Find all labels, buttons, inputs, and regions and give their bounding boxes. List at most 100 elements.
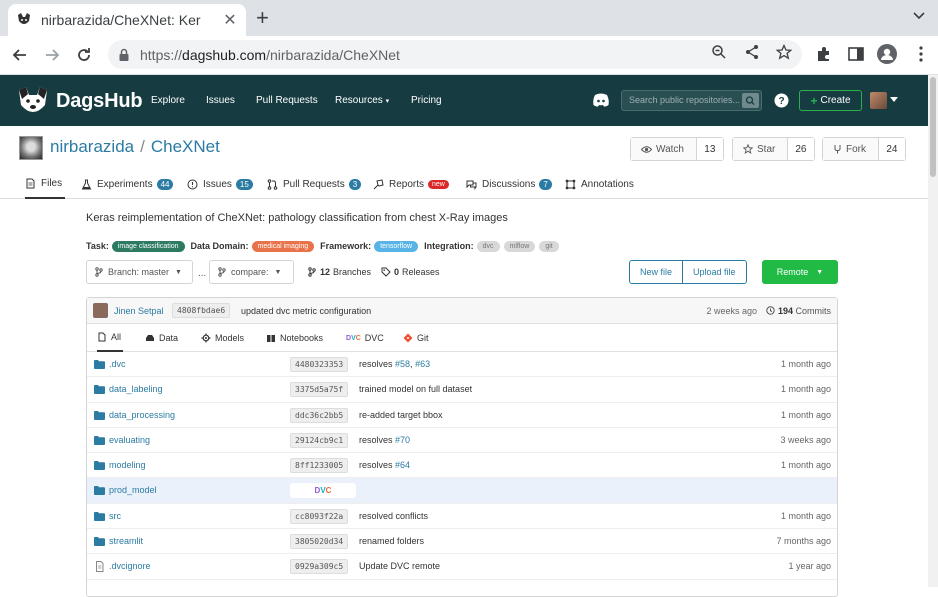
file-row[interactable]: data_processing ddc36c2bb5 re-added target… [87, 403, 837, 428]
file-row[interactable]: prod_model DVC [87, 478, 837, 504]
file-commit-message[interactable]: Update DVC remote [359, 561, 440, 571]
remote-button[interactable]: Remote ▼ [762, 260, 838, 284]
commit-message[interactable]: updated dvc metric configuration [241, 306, 371, 316]
issue-ref-link[interactable]: #63 [415, 359, 430, 369]
tab-search-chevron-icon[interactable] [912, 9, 926, 23]
profile-avatar-icon[interactable] [877, 44, 897, 64]
file-commit-message[interactable]: resolves #58, #63 [359, 359, 430, 369]
filter-data[interactable]: Data [145, 324, 178, 352]
filter-models[interactable]: Models [201, 324, 244, 352]
commits-link[interactable]: 194 Commits [766, 306, 831, 316]
commit-sha[interactable]: 4808fbdae6 [172, 303, 231, 318]
file-commit-sha[interactable]: cc8093f22a [290, 508, 349, 524]
file-commit-sha[interactable]: 3805020d34 [290, 534, 349, 550]
tab-experiments[interactable]: Experiments 44 [81, 170, 174, 199]
extensions-puzzle-icon[interactable] [815, 45, 833, 63]
search-button[interactable] [742, 93, 759, 108]
bookmark-star-icon[interactable] [776, 44, 792, 60]
file-name-link[interactable]: data_processing [109, 410, 175, 420]
repo-name-link[interactable]: CheXNet [151, 137, 220, 156]
task-tag[interactable]: image classification [111, 240, 185, 252]
tab-issues[interactable]: Issues 15 [187, 170, 253, 199]
tab-discussions[interactable]: Discussions 7 [466, 170, 552, 199]
search-input[interactable]: Search public repositories... [621, 90, 762, 111]
user-menu-caret-icon[interactable] [890, 97, 898, 102]
file-commit-message[interactable]: resolved conflicts [359, 511, 428, 521]
browser-tab[interactable]: nirbarazida/CheXNet: Ker ✕ [8, 4, 246, 36]
watch-count[interactable]: 13 [695, 138, 723, 160]
user-avatar[interactable] [870, 92, 887, 109]
file-name-link[interactable]: .dvcignore [109, 561, 151, 571]
upload-file-button[interactable]: Upload file [682, 261, 746, 283]
commit-author-avatar[interactable] [93, 303, 108, 318]
share-icon[interactable] [744, 44, 760, 60]
create-button[interactable]: + Create [799, 90, 862, 111]
file-commit-message[interactable]: resolves #70 [359, 435, 410, 445]
fork-button[interactable]: Fork 24 [822, 137, 906, 161]
filter-dvc[interactable]: DVC DVC [346, 324, 384, 352]
file-name-link[interactable]: data_labeling [109, 384, 163, 394]
tab-reports[interactable]: Reports new [373, 170, 449, 199]
branch-selector[interactable]: Branch: master ▼ [86, 260, 193, 284]
address-bar[interactable]: https://dagshub.com/nirbarazida/CheXNet [108, 40, 802, 69]
file-commit-sha[interactable]: 29124cb9c1 [290, 432, 349, 448]
zoom-icon[interactable] [711, 44, 727, 60]
nav-explore[interactable]: Explore [151, 95, 185, 106]
releases-link[interactable]: 0 Releases [381, 267, 440, 277]
nav-pricing[interactable]: Pricing [411, 95, 442, 106]
file-commit-message[interactable]: trained model on full dataset [359, 384, 472, 394]
file-commit-sha[interactable]: 3375d5a75f [290, 382, 349, 398]
file-commit-sha[interactable]: 8ff1233005 [290, 458, 349, 474]
file-row[interactable]: modeling 8ff1233005 resolves #64 1 month ag… [87, 453, 837, 479]
repo-owner-link[interactable]: nirbarazida [50, 137, 134, 156]
discord-icon[interactable] [592, 92, 610, 108]
fork-count[interactable]: 24 [877, 138, 905, 160]
integration-tag-mlflow[interactable]: mlflow [503, 240, 536, 252]
nav-resources[interactable]: Resources ▾ [335, 95, 389, 106]
file-commit-sha[interactable]: 0929a309c5 [290, 559, 349, 575]
tab-pull-requests[interactable]: Pull Requests 3 [267, 170, 362, 199]
commit-author[interactable]: Jinen Setpal [114, 306, 164, 316]
dagshub-logo[interactable]: DagsHub [16, 85, 143, 117]
star-count[interactable]: 26 [786, 138, 814, 160]
file-commit-sha[interactable]: 4480323353 [290, 357, 349, 372]
new-tab-icon[interactable]: + [256, 5, 269, 31]
file-name-link[interactable]: streamlit [109, 536, 143, 546]
file-row[interactable]: streamlit 3805020d34 renamed folders 7 mont… [87, 529, 837, 555]
file-name-link[interactable]: .dvc [109, 359, 126, 369]
issue-ref-link[interactable]: #70 [395, 435, 410, 445]
domain-tag[interactable]: medical imaging [251, 240, 315, 252]
side-panel-icon[interactable] [847, 45, 865, 63]
filter-all[interactable]: All [97, 324, 124, 352]
forward-arrow-icon[interactable] [42, 45, 62, 65]
nav-pull-requests[interactable]: Pull Requests [256, 95, 318, 106]
file-row[interactable]: .dvcignore 0929a309c5 Update DVC remote 1 y… [87, 554, 837, 580]
filter-notebooks[interactable]: Notebooks [266, 324, 323, 352]
tab-files[interactable]: Files [25, 170, 66, 199]
back-arrow-icon[interactable] [10, 45, 30, 65]
branches-link[interactable]: 12 Branches [308, 267, 371, 277]
file-commit-message[interactable]: resolves #64 [359, 460, 410, 470]
help-icon[interactable]: ? [774, 93, 789, 108]
file-name-link[interactable]: modeling [109, 460, 146, 470]
integration-tag-dvc[interactable]: dvc [476, 240, 500, 252]
file-name-link[interactable]: src [109, 511, 121, 521]
issue-ref-link[interactable]: #64 [395, 460, 410, 470]
close-tab-icon[interactable]: ✕ [222, 10, 238, 30]
new-file-button[interactable]: New file [630, 261, 682, 283]
file-row[interactable]: src cc8093f22a resolved conflicts 1 month a… [87, 504, 837, 530]
file-row[interactable]: data_labeling 3375d5a75f trained model on … [87, 377, 837, 403]
file-name-link[interactable]: prod_model [109, 485, 157, 495]
integration-tag-git[interactable]: git [539, 240, 559, 252]
page-scrollbar[interactable] [928, 75, 938, 587]
star-button[interactable]: Star 26 [732, 137, 815, 161]
file-row[interactable]: .dvc 4480323353 resolves #58, #63 1 month a… [87, 352, 837, 378]
file-commit-message[interactable]: renamed folders [359, 536, 424, 546]
file-commit-sha[interactable]: ddc36c2bb5 [290, 407, 349, 423]
compare-selector[interactable]: compare: ▼ [209, 260, 294, 284]
browser-menu-icon[interactable] [912, 45, 930, 63]
nav-issues[interactable]: Issues [206, 95, 235, 106]
tab-annotations[interactable]: Annotations [565, 170, 634, 199]
watch-button[interactable]: Watch 13 [630, 137, 724, 161]
reload-icon[interactable] [74, 45, 94, 65]
